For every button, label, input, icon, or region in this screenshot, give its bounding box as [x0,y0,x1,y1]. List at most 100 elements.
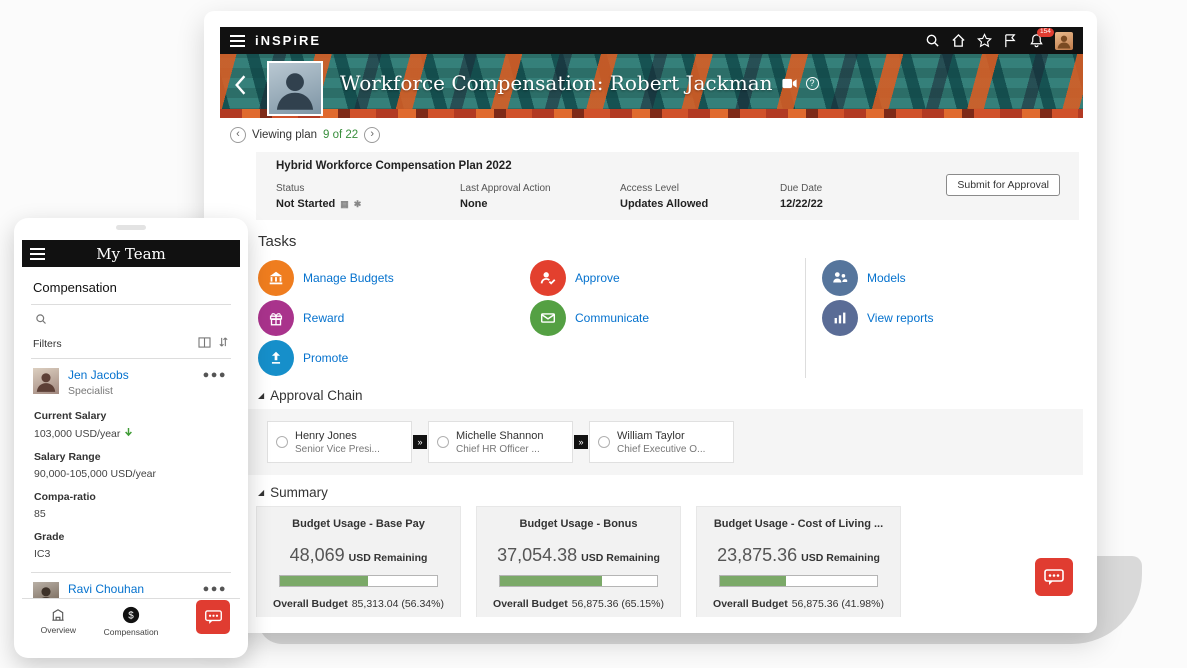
collapse-triangle-icon[interactable]: ◢ [258,488,264,497]
more-actions-icon[interactable]: ●●● [203,369,227,381]
favorites-star-icon[interactable] [977,33,992,48]
svg-text:$: $ [128,610,134,621]
remaining-amount: 37,054.38 [497,545,577,565]
page-title: Workforce Compensation: Robert Jackman [340,71,773,95]
desktop-app: iNSPiRE 154 [220,27,1083,617]
approver-card[interactable]: Henry Jones Senior Vice Presi... [267,421,412,463]
trend-down-icon [124,427,133,440]
remaining-label: USD Remaining [581,552,660,564]
budget-card-cost-of-living: Budget Usage - Cost of Living ... 23,875… [696,506,901,617]
approval-chain: Henry Jones Senior Vice Presi... » Miche… [220,409,1083,475]
submit-for-approval-button[interactable]: Submit for Approval [946,174,1060,196]
task-reward[interactable]: Reward [258,298,530,338]
last-approval-label: Last Approval Action [460,183,620,194]
overall-budget-value: 56,875.36 (65.15%) [572,598,664,610]
page-banner: Workforce Compensation: Robert Jackman ? [220,54,1083,118]
phone: My Team Compensation Filters [14,218,248,658]
budget-progress-bar [279,575,438,587]
more-actions-icon[interactable]: ●●● [203,583,227,595]
search-icon[interactable] [35,312,231,330]
bank-icon [258,260,294,296]
remaining-label: USD Remaining [801,552,880,564]
task-view-reports[interactable]: View reports [822,298,933,338]
due-date-label: Due Date [780,183,823,194]
plan-pager: ‹ Viewing plan 9 of 22 › [220,118,1083,150]
summary-cards: Budget Usage - Base Pay 48,069USD Remain… [256,506,1083,617]
chain-arrow-icon: » [413,435,427,449]
people-icon [822,260,858,296]
phone-page-title: My Team [22,245,240,263]
table-icon[interactable] [198,337,211,351]
overall-budget-value: 56,875.36 (41.98%) [792,598,884,610]
approve-icon [530,260,566,296]
app-logo: iNSPiRE [255,33,321,48]
task-models[interactable]: Models [822,258,933,298]
plan-position: 9 of 22 [323,129,358,141]
list-item[interactable]: Jen Jacobs Specialist ●●● [31,359,231,399]
summary-heading: ◢ Summary [258,485,1083,500]
status-value: Not Started [276,198,335,210]
approver-card[interactable]: William Taylor Chief Executive O... [589,421,734,463]
back-icon[interactable] [233,74,247,101]
overall-budget-label: Overall Budget [273,598,348,610]
access-level-label: Access Level [620,183,780,194]
previous-plan-icon[interactable]: ‹ [230,127,246,143]
help-icon[interactable]: ? [806,77,819,90]
search-icon[interactable] [925,33,940,48]
phone-section-title: Compensation [33,280,231,295]
task-manage-budgets[interactable]: Manage Budgets [258,258,530,298]
status-label: Status [276,183,460,194]
chart-icon [822,300,858,336]
asterisk-icon[interactable]: ✱ [354,199,362,210]
phone-app: My Team Compensation Filters [22,240,240,643]
employee-avatar [33,368,59,394]
collapse-triangle-icon[interactable]: ◢ [258,391,264,400]
plan-panel: Hybrid Workforce Compensation Plan 2022 … [256,152,1079,220]
tab-overview[interactable]: Overview [22,599,95,643]
task-approve[interactable]: Approve [530,258,805,298]
home-icon[interactable] [951,33,966,48]
table-icon[interactable]: ▦ [340,199,349,210]
approval-chain-heading: ◢ Approval Chain [258,388,1083,403]
user-avatar[interactable] [1055,32,1073,50]
task-communicate[interactable]: Communicate [530,298,805,338]
next-plan-icon[interactable]: › [364,127,380,143]
employee-avatar [267,61,323,116]
approver-card[interactable]: Michelle Shannon Chief HR Officer ... [428,421,573,463]
last-approval-value: None [460,198,488,210]
radio-icon[interactable] [276,436,288,448]
budget-progress-bar [499,575,658,587]
notification-badge: 154 [1037,28,1054,37]
gift-icon [258,300,294,336]
tasks-grid: Manage Budgets Reward Promote [258,258,1083,378]
due-date-value: 12/22/22 [780,198,823,210]
tasks-heading: Tasks [258,233,1083,250]
task-promote[interactable]: Promote [258,338,530,378]
chat-button[interactable] [1035,558,1073,596]
video-icon[interactable] [782,78,797,89]
budget-progress-bar [719,575,878,587]
tab-compensation[interactable]: $ Compensation [95,599,168,643]
phone-speaker [116,225,146,230]
phone-header: My Team [22,240,240,267]
remaining-amount: 48,069 [290,545,345,565]
overall-budget-label: Overall Budget [493,598,568,610]
hamburger-menu-icon[interactable] [230,35,245,47]
chain-arrow-icon: » [574,435,588,449]
budget-card-base-pay: Budget Usage - Base Pay 48,069USD Remain… [256,506,461,617]
banner-strip [220,109,1083,118]
notifications-bell-icon[interactable]: 154 [1029,33,1044,48]
radio-icon[interactable] [437,436,449,448]
plan-title: Hybrid Workforce Compensation Plan 2022 [276,160,1059,172]
overall-budget-value: 85,313.04 (56.34%) [352,598,444,610]
filters-label: Filters [33,338,62,350]
overall-budget-label: Overall Budget [713,598,788,610]
chat-button[interactable] [196,600,230,634]
viewing-plan-label: Viewing plan [252,129,317,141]
top-bar: iNSPiRE 154 [220,27,1083,54]
promote-icon [258,340,294,376]
flag-icon[interactable] [1003,33,1018,48]
radio-icon[interactable] [598,436,610,448]
remaining-label: USD Remaining [349,552,428,564]
sort-icon[interactable] [218,336,229,351]
